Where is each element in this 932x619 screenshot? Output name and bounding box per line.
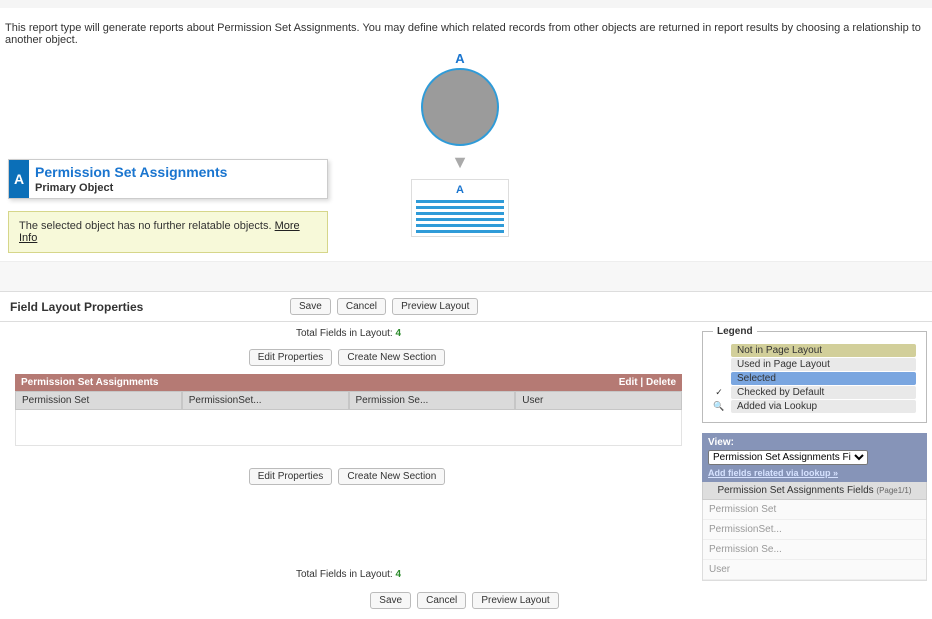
section-name: Permission Set Assignments [21, 377, 158, 388]
section-body[interactable] [15, 410, 682, 446]
primary-object-circle-icon [421, 68, 499, 146]
available-field-item[interactable]: Permission Set [703, 500, 926, 520]
preview-layout-button[interactable]: Preview Layout [392, 298, 478, 315]
legend-swatch-icon: 🔍 [713, 401, 725, 413]
cancel-button-bottom[interactable]: Cancel [417, 592, 466, 609]
field-cell[interactable]: PermissionSet... [182, 391, 349, 410]
view-panel: View: Permission Set Assignments Fields … [702, 433, 927, 581]
edit-properties-button-2[interactable]: Edit Properties [249, 468, 333, 485]
report-type-description: This report type will generate reports a… [0, 12, 932, 51]
arrow-down-icon: ▼ [360, 152, 560, 173]
section-delete-link[interactable]: Delete [646, 377, 676, 388]
available-field-item[interactable]: PermissionSet... [703, 520, 926, 540]
view-subtitle: Permission Set Assignments Fields (Page1… [702, 482, 927, 500]
legend-label: Selected [731, 372, 916, 385]
report-preview-icon: A [411, 179, 509, 237]
legend-item: Not in Page Layout [713, 344, 916, 357]
view-label: View: [708, 437, 921, 448]
relationship-diagram: A ▼ A [360, 51, 560, 237]
view-select[interactable]: Permission Set Assignments Fields [708, 450, 868, 465]
legend-label: Added via Lookup [731, 400, 916, 413]
legend-swatch-icon: ✓ [713, 387, 725, 399]
field-cell[interactable]: Permission Set [15, 391, 182, 410]
cancel-button[interactable]: Cancel [337, 298, 386, 315]
create-new-section-button[interactable]: Create New Section [338, 349, 445, 366]
save-button-bottom[interactable]: Save [370, 592, 411, 609]
field-cell[interactable]: User [515, 391, 682, 410]
legend-item: Used in Page Layout [713, 358, 916, 371]
legend-swatch-icon [713, 345, 725, 357]
field-layout-properties-title: Field Layout Properties [10, 300, 290, 314]
legend-item: ✓ Checked by Default [713, 386, 916, 399]
create-new-section-button-2[interactable]: Create New Section [338, 468, 445, 485]
legend-item: Selected [713, 372, 916, 385]
legend-label: Used in Page Layout [731, 358, 916, 371]
edit-properties-button[interactable]: Edit Properties [249, 349, 333, 366]
object-subtitle: Primary Object [35, 182, 227, 194]
legend-label: Not in Page Layout [731, 344, 916, 357]
legend-item: 🔍 Added via Lookup [713, 400, 916, 413]
legend-swatch-icon [713, 359, 725, 371]
total-fields-top: Total Fields in Layout: 4 [5, 322, 692, 345]
preview-layout-button-bottom[interactable]: Preview Layout [472, 592, 558, 609]
available-field-item[interactable]: User [703, 560, 926, 580]
save-button[interactable]: Save [290, 298, 331, 315]
field-cell[interactable]: Permission Se... [349, 391, 516, 410]
diagram-label-a: A [360, 51, 560, 66]
object-badge: A [9, 160, 29, 198]
no-relatable-objects-note: The selected object has no further relat… [8, 211, 328, 253]
section-header-bar: Permission Set Assignments Edit | Delete [15, 374, 682, 391]
add-fields-via-lookup-link[interactable]: Add fields related via lookup » [708, 468, 921, 478]
legend-swatch-icon [713, 373, 725, 385]
primary-object-card: A Permission Set Assignments Primary Obj… [8, 159, 328, 199]
legend-label: Checked by Default [731, 386, 916, 399]
legend-title: Legend [713, 326, 757, 337]
legend-panel: Legend Not in Page LayoutUsed in Page La… [702, 326, 927, 423]
total-fields-bottom: Total Fields in Layout: 4 [5, 563, 692, 586]
section-edit-link[interactable]: Edit [619, 377, 638, 388]
section-columns: Permission Set PermissionSet... Permissi… [15, 391, 682, 410]
object-title: Permission Set Assignments [35, 164, 227, 180]
available-field-item[interactable]: Permission Se... [703, 540, 926, 560]
